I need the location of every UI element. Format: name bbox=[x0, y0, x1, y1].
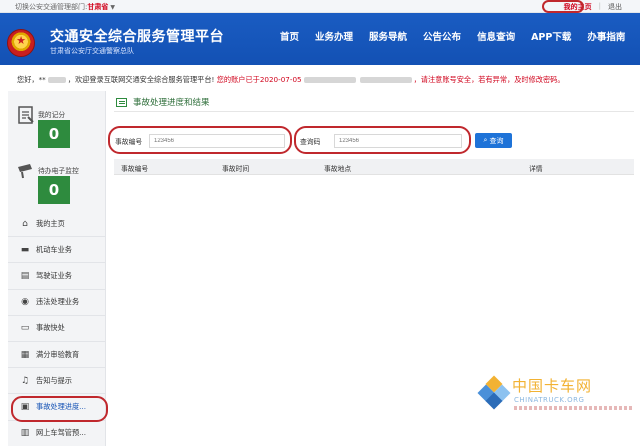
nav-app-download[interactable]: APP下载 bbox=[531, 29, 571, 43]
book-icon: ▦ bbox=[20, 349, 30, 360]
page-title: 事故处理进度和结果 bbox=[116, 96, 210, 108]
main-nav: 首页 业务办理 服务导航 公告公布 信息查询 APP下载 办事指南 bbox=[280, 29, 625, 43]
query-code-highlight-ring bbox=[294, 126, 471, 154]
sidebar-item-home[interactable]: ⌂ 我的主页 bbox=[8, 211, 106, 238]
sidebar-item-notice[interactable]: ♫ 告知与提示 bbox=[8, 368, 106, 395]
nav-announcements[interactable]: 公告公布 bbox=[423, 29, 461, 43]
watermark-line bbox=[514, 406, 632, 410]
watermark-en: CHINATRUCK.ORG bbox=[514, 396, 585, 404]
department-switcher[interactable]: 切换公安交通管理部门:甘肃省 ▼ bbox=[15, 2, 115, 12]
sidebar-item-label: 告知与提示 bbox=[36, 375, 72, 385]
sidebar: 我的记分 0 待办电子监控 0 ⌂ 我的主页 ▬ 机动车业务 ▤ 驾驶证业务 ◉… bbox=[8, 91, 108, 446]
nav-guide[interactable]: 办事指南 bbox=[587, 29, 625, 43]
security-warning: ，请注意账号安全，若有异常，及时修改密码。 bbox=[413, 75, 565, 84]
col-accident-time: 事故时间 bbox=[222, 165, 250, 173]
search-icon: ⌕ bbox=[483, 136, 488, 144]
camera-icon: ◉ bbox=[21, 297, 29, 308]
switcher-prefix: 切换公安交通管理部门: bbox=[15, 3, 88, 11]
home-icon: ⌂ bbox=[22, 218, 28, 229]
stat-pending-monitoring[interactable]: 待办电子监控 0 bbox=[8, 153, 106, 208]
search-doc-icon: ▣ bbox=[20, 401, 30, 412]
redacted-detail-2 bbox=[359, 77, 412, 83]
link-separator: | bbox=[598, 2, 601, 10]
welcome-text: 您好，** ，欢迎登录互联网交通安全综合服务管理平台! 您的账户已于2020-07… bbox=[17, 75, 637, 85]
clipboard-icon bbox=[16, 105, 36, 125]
accident-number-highlight-ring bbox=[108, 126, 292, 154]
query-button[interactable]: ⌕ 查询 bbox=[475, 133, 512, 148]
page-title-text: 事故处理进度和结果 bbox=[133, 98, 210, 108]
police-emblem-icon: ★ bbox=[7, 29, 35, 57]
nav-service-guide[interactable]: 服务导航 bbox=[369, 29, 407, 43]
crash-icon: ▭ bbox=[20, 323, 30, 334]
sidebar-item-label: 事故快处 bbox=[36, 323, 65, 333]
sidebar-item-label: 我的主页 bbox=[36, 218, 65, 228]
caret-down-icon: ▼ bbox=[110, 4, 115, 11]
car-icon: ▬ bbox=[20, 244, 30, 255]
site-subtitle: 甘肃省公安厅交通警察总队 bbox=[50, 47, 134, 55]
cube-logo-icon bbox=[477, 375, 511, 410]
redacted-name bbox=[47, 77, 66, 83]
stat-label: 我的记分 bbox=[38, 111, 66, 119]
sidebar-item-label: 网上车驾管预... bbox=[36, 428, 86, 438]
col-details: 详情 bbox=[529, 165, 543, 173]
col-accident-number: 事故编号 bbox=[121, 165, 149, 173]
camera-icon bbox=[16, 161, 36, 181]
site-header: ★ 交通安全综合服务管理平台 甘肃省公安厅交通警察总队 首页 业务办理 服务导航… bbox=[0, 13, 640, 65]
watermark-cn: 中国卡车网 bbox=[512, 377, 593, 395]
sidebar-item-quick-accident[interactable]: ▭ 事故快处 bbox=[8, 316, 106, 342]
calendar-icon: ▥ bbox=[20, 428, 30, 439]
chinatruck-watermark: 中国卡车网 CHINATRUCK.ORG bbox=[477, 372, 638, 442]
col-accident-location: 事故地点 bbox=[324, 165, 352, 173]
nav-info-query[interactable]: 信息查询 bbox=[477, 29, 515, 43]
stat-label: 待办电子监控 bbox=[38, 167, 79, 175]
sidebar-menu: ⌂ 我的主页 ▬ 机动车业务 ▤ 驾驶证业务 ◉ 违法处理业务 ▭ 事故快处 ▦… bbox=[8, 211, 108, 446]
sidebar-item-education[interactable]: ▦ 满分审验教育 bbox=[8, 342, 106, 369]
my-home-highlight-ring bbox=[542, 0, 584, 13]
list-icon bbox=[116, 97, 127, 107]
sidebar-item-label: 违法处理业务 bbox=[36, 297, 80, 307]
nav-business[interactable]: 业务办理 bbox=[315, 29, 353, 43]
sidebar-item-license[interactable]: ▤ 驾驶证业务 bbox=[8, 263, 106, 290]
welcome-bar: 您好，** ，欢迎登录互联网交通安全综合服务管理平台! 您的账户已于2020-07… bbox=[0, 65, 640, 91]
site-title: 交通安全综合服务管理平台 bbox=[50, 29, 224, 45]
results-table-header: 事故编号 事故时间 事故地点 详情 bbox=[114, 159, 634, 175]
logout-link[interactable]: 退出 bbox=[608, 2, 622, 12]
nav-home[interactable]: 首页 bbox=[280, 29, 299, 43]
greeting: 您好，** bbox=[17, 75, 46, 84]
title-divider bbox=[114, 111, 634, 112]
sidebar-item-accident-progress[interactable]: ▣ 事故处理进度... bbox=[8, 394, 108, 423]
id-card-icon: ▤ bbox=[20, 270, 30, 281]
bell-icon: ♫ bbox=[20, 375, 30, 386]
stat-my-points[interactable]: 我的记分 0 bbox=[8, 97, 106, 152]
sidebar-item-appointment[interactable]: ▥ 网上车驾管预... bbox=[8, 421, 106, 446]
sidebar-item-label: 机动车业务 bbox=[36, 244, 72, 254]
sidebar-item-violation[interactable]: ◉ 违法处理业务 bbox=[8, 290, 106, 316]
redacted-detail bbox=[303, 77, 356, 83]
query-button-label: 查询 bbox=[489, 136, 504, 145]
sidebar-item-label: 满分审验教育 bbox=[36, 349, 80, 359]
sidebar-item-label: 驾驶证业务 bbox=[36, 270, 72, 280]
stat-value: 0 bbox=[38, 176, 70, 204]
welcome-message: ，欢迎登录互联网交通安全综合服务管理平台! bbox=[67, 75, 215, 84]
sidebar-item-label: 事故处理进度... bbox=[36, 401, 86, 411]
province-name: 甘肃省 bbox=[87, 3, 109, 11]
stat-value: 0 bbox=[38, 120, 70, 148]
sidebar-item-vehicle[interactable]: ▬ 机动车业务 bbox=[8, 237, 106, 264]
account-notice: 您的账户已于2020-07-05 bbox=[216, 75, 302, 84]
